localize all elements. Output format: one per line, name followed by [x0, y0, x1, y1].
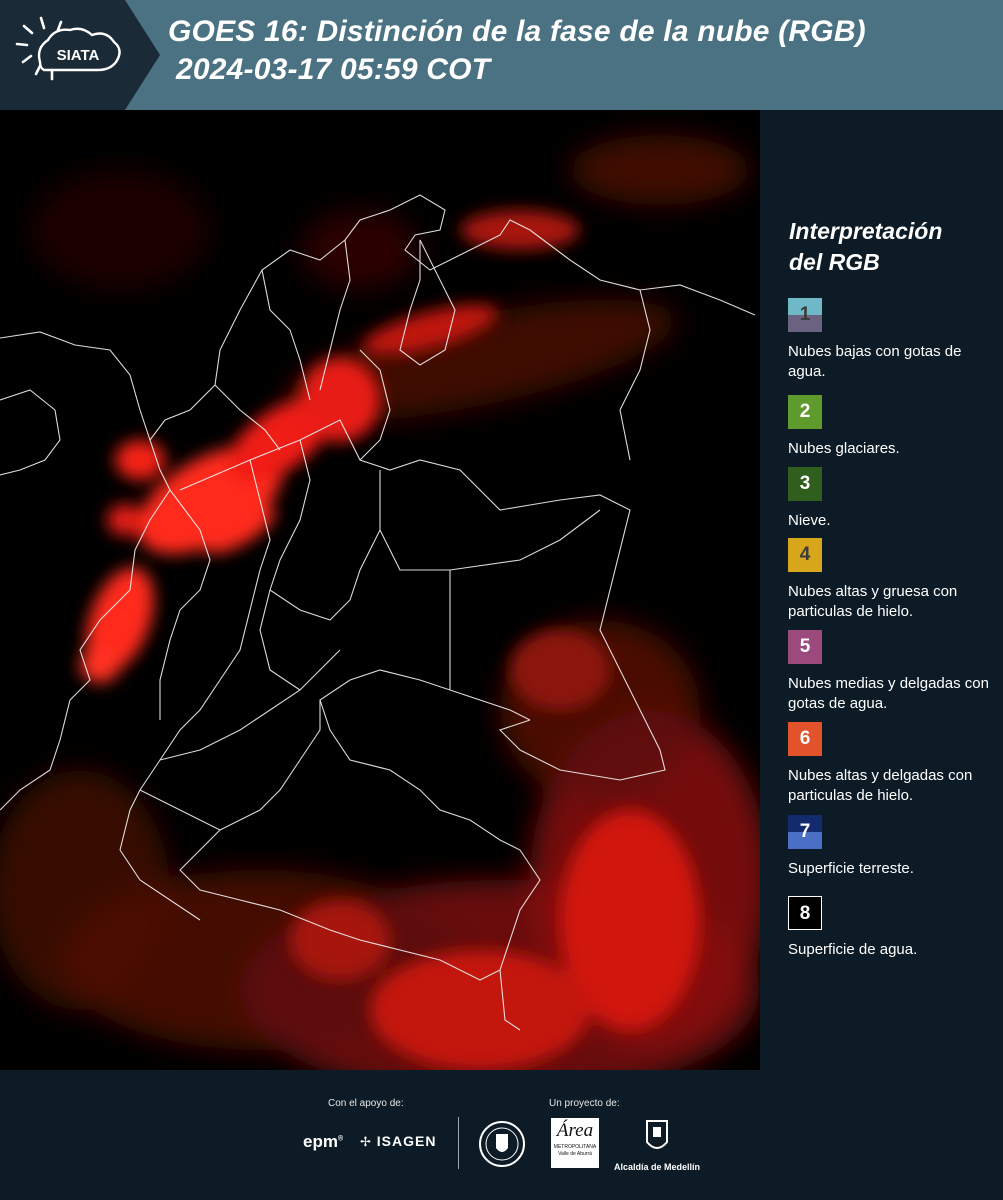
area-logo-main: Área [556, 1120, 594, 1141]
isagen-logo-text: ISAGEN [376, 1133, 437, 1149]
legend-label: Nubes altas y delgadas con particulas de… [788, 767, 973, 804]
isagen-icon: ✢ [360, 1134, 372, 1149]
legend-title-line2: del RGB [789, 249, 880, 275]
legend-swatch: 4 [788, 538, 822, 572]
legend-label: Superficie de agua. [788, 941, 918, 958]
satellite-map [0, 110, 770, 1100]
legend-label: Superficie terreste. [788, 860, 914, 877]
alcaldia-shield-icon [646, 1120, 668, 1149]
page-subtitle: 2024-03-17 05:59 COT [176, 53, 491, 86]
legend-title-line1: Interpretación [789, 218, 943, 244]
alcaldia-logo: Alcaldía de Medellín [612, 1118, 702, 1172]
area-logo-sub1: METROPOLITANA [553, 1144, 597, 1150]
footer-divider [458, 1117, 459, 1169]
isagen-logo: ✢ ISAGEN [360, 1133, 436, 1150]
footer: Con el apoyo de: Un proyecto de: epm® ✢ … [0, 1070, 1003, 1200]
legend-swatch: 2 [788, 395, 822, 429]
area-metropolitana-logo: Área METROPOLITANA Valle de Aburrá [551, 1118, 599, 1168]
project-label: Un proyecto de: [549, 1098, 620, 1109]
legend-label: Nubes glaciares. [788, 440, 900, 457]
map-canvas [0, 110, 770, 1100]
siata-logo-text: SIATA [57, 47, 100, 64]
epm-logo: epm® [303, 1132, 344, 1151]
header: SIATA GOES 16: Distinción de la fase de … [0, 0, 1003, 110]
alcaldia-text: Alcaldía de Medellín [613, 1162, 701, 1172]
legend-title: Interpretación del RGB [789, 216, 989, 278]
legend-label: Nubes bajas con gotas de agua. [788, 343, 962, 380]
medellin-seal-logo [478, 1120, 526, 1168]
page-title: GOES 16: Distinción de la fase de la nub… [168, 15, 866, 48]
legend-panel: Interpretación del RGB 1 Nubes bajas con … [760, 110, 1003, 1070]
legend-label: Nubes medias y delgadas con gotas de agu… [788, 675, 989, 712]
legend-swatch: 1 [788, 298, 822, 332]
legend-swatch: 8 [788, 896, 822, 930]
legend-swatch: 3 [788, 467, 822, 501]
legend-swatch: 5 [788, 630, 822, 664]
support-label: Con el apoyo de: [328, 1098, 404, 1109]
siata-logo: SIATA [0, 0, 160, 110]
area-logo-sub2: Valle de Aburrá [558, 1151, 592, 1157]
legend-label: Nubes altas y gruesa con particulas de h… [788, 583, 958, 620]
legend-label: Nieve. [788, 512, 831, 529]
legend-swatch: 7 [788, 815, 822, 849]
legend-swatch: 6 [788, 722, 822, 756]
epm-logo-text: epm [303, 1132, 338, 1151]
